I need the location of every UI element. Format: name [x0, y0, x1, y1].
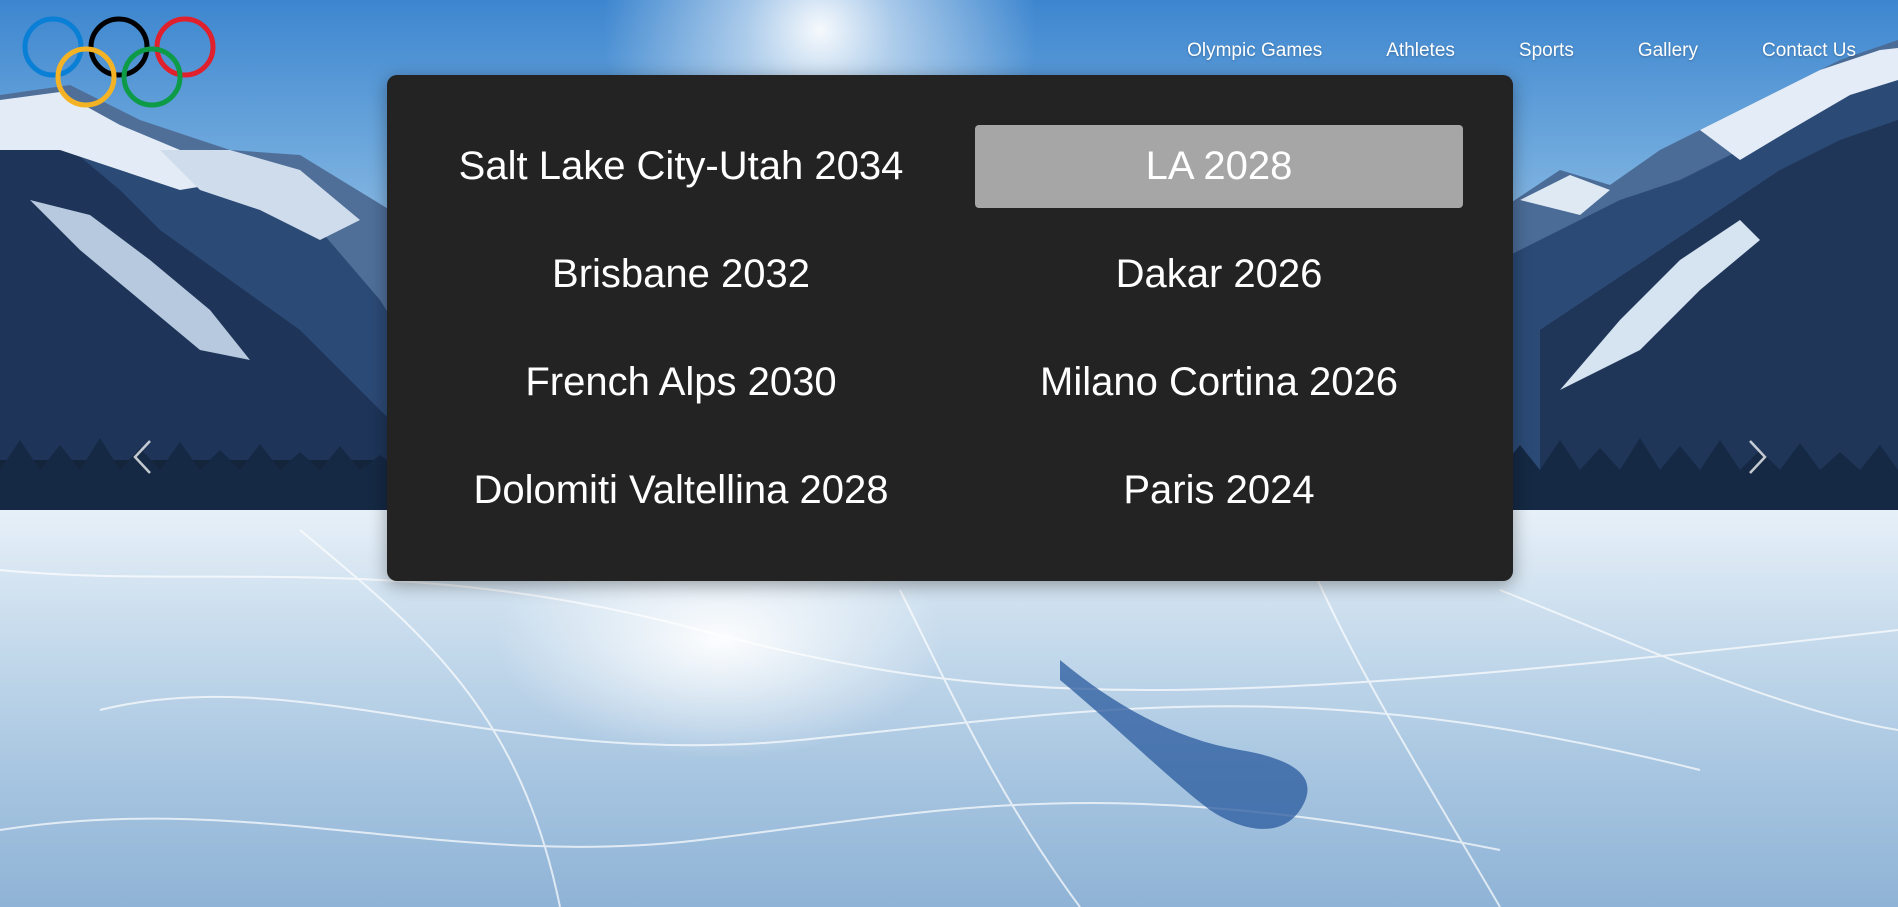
olympic-rings-logo[interactable]: [22, 16, 216, 110]
olympic-games-dropdown: Salt Lake City-Utah 2034 LA 2028 Brisban…: [387, 75, 1513, 581]
game-item-dakar-2026[interactable]: Dakar 2026: [975, 233, 1463, 316]
games-list: Salt Lake City-Utah 2034 LA 2028 Brisban…: [437, 125, 1463, 532]
top-navigation: Olympic Games Athletes Sports Gallery Co…: [1187, 40, 1856, 62]
nav-link-sports[interactable]: Sports: [1519, 40, 1574, 62]
game-item-dolomiti-valtellina-2028[interactable]: Dolomiti Valtellina 2028: [437, 449, 925, 532]
nav-link-gallery[interactable]: Gallery: [1638, 40, 1698, 62]
chevron-right-icon[interactable]: [1744, 438, 1770, 476]
page: Olympic Games Athletes Sports Gallery Co…: [0, 0, 1898, 907]
game-item-paris-2024[interactable]: Paris 2024: [975, 449, 1463, 532]
chevron-left-icon[interactable]: [130, 438, 156, 476]
nav-link-contact-us[interactable]: Contact Us: [1762, 40, 1856, 62]
game-item-brisbane-2032[interactable]: Brisbane 2032: [437, 233, 925, 316]
game-item-milano-cortina-2026[interactable]: Milano Cortina 2026: [975, 341, 1463, 424]
nav-link-olympic-games[interactable]: Olympic Games: [1187, 40, 1322, 62]
game-item-la-2028[interactable]: LA 2028: [975, 125, 1463, 208]
nav-link-athletes[interactable]: Athletes: [1386, 40, 1455, 62]
game-item-french-alps-2030[interactable]: French Alps 2030: [437, 341, 925, 424]
game-item-salt-lake-city-2034[interactable]: Salt Lake City-Utah 2034: [437, 125, 925, 208]
